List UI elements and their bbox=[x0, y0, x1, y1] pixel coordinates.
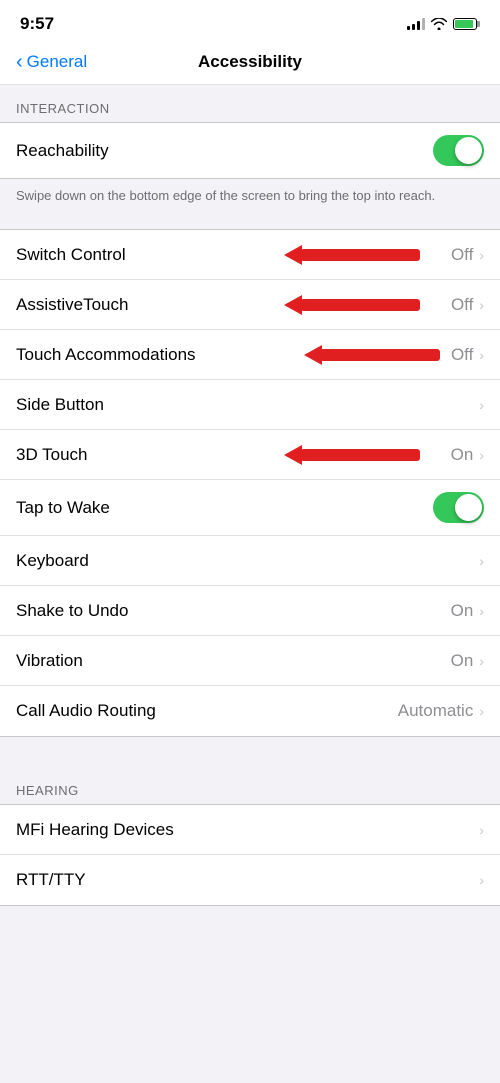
assistive-touch-right: Off › bbox=[451, 295, 484, 315]
touch-accommodations-row[interactable]: Touch Accommodations Off › bbox=[0, 330, 500, 380]
touch-accommodations-right: Off › bbox=[451, 345, 484, 365]
toggle-thumb bbox=[455, 137, 482, 164]
3d-touch-value: On bbox=[451, 445, 474, 465]
call-audio-routing-label: Call Audio Routing bbox=[16, 701, 398, 721]
rtt-tty-row[interactable]: RTT/TTY › bbox=[0, 855, 500, 905]
toggle-thumb bbox=[455, 494, 482, 521]
hearing-section-header: HEARING bbox=[0, 767, 500, 804]
keyboard-right: › bbox=[479, 553, 484, 569]
chevron-right-icon: › bbox=[479, 653, 484, 669]
chevron-right-icon: › bbox=[479, 603, 484, 619]
shake-to-undo-row[interactable]: Shake to Undo On › bbox=[0, 586, 500, 636]
call-audio-routing-row[interactable]: Call Audio Routing Automatic › bbox=[0, 686, 500, 736]
3d-touch-right: On › bbox=[451, 445, 484, 465]
chevron-right-icon: › bbox=[479, 297, 484, 313]
rtt-tty-right: › bbox=[479, 872, 484, 888]
signal-icon bbox=[407, 18, 425, 30]
side-button-row[interactable]: Side Button › bbox=[0, 380, 500, 430]
chevron-right-icon: › bbox=[479, 703, 484, 719]
shake-to-undo-label: Shake to Undo bbox=[16, 601, 451, 621]
chevron-right-icon: › bbox=[479, 872, 484, 888]
chevron-right-icon: › bbox=[479, 447, 484, 463]
hearing-settings-group: MFi Hearing Devices › RTT/TTY › bbox=[0, 804, 500, 906]
switch-control-value: Off bbox=[451, 245, 473, 265]
keyboard-row[interactable]: Keyboard › bbox=[0, 536, 500, 586]
status-bar: 9:57 bbox=[0, 0, 500, 44]
tap-to-wake-toggle[interactable] bbox=[433, 492, 484, 523]
back-button[interactable]: ‹ General bbox=[16, 52, 87, 72]
mfi-hearing-label: MFi Hearing Devices bbox=[16, 820, 479, 840]
3d-touch-label: 3D Touch bbox=[16, 445, 451, 465]
vibration-row[interactable]: Vibration On › bbox=[0, 636, 500, 686]
reachability-label: Reachability bbox=[16, 141, 433, 161]
switch-control-row[interactable]: Switch Control Off › bbox=[0, 230, 500, 280]
assistive-touch-label: AssistiveTouch bbox=[16, 295, 451, 315]
status-icons bbox=[407, 18, 480, 30]
assistive-touch-value: Off bbox=[451, 295, 473, 315]
chevron-right-icon: › bbox=[479, 347, 484, 363]
mfi-hearing-right: › bbox=[479, 822, 484, 838]
chevron-right-icon: › bbox=[479, 247, 484, 263]
chevron-right-icon: › bbox=[479, 553, 484, 569]
tap-to-wake-row[interactable]: Tap to Wake bbox=[0, 480, 500, 536]
switch-control-label: Switch Control bbox=[16, 245, 451, 265]
reachability-row[interactable]: Reachability bbox=[0, 123, 500, 178]
chevron-right-icon: › bbox=[479, 397, 484, 413]
3d-touch-row[interactable]: 3D Touch On › bbox=[0, 430, 500, 480]
side-button-label: Side Button bbox=[16, 395, 479, 415]
touch-accommodations-value: Off bbox=[451, 345, 473, 365]
interaction-settings-group: Switch Control Off › AssistiveTouch Off … bbox=[0, 229, 500, 737]
reachability-description: Swipe down on the bottom edge of the scr… bbox=[0, 179, 500, 221]
reachability-toggle[interactable] bbox=[433, 135, 484, 166]
touch-accommodations-label: Touch Accommodations bbox=[16, 345, 451, 365]
chevron-right-icon: › bbox=[479, 822, 484, 838]
battery-icon bbox=[453, 18, 480, 30]
vibration-label: Vibration bbox=[16, 651, 451, 671]
shake-to-undo-right: On › bbox=[451, 601, 484, 621]
mfi-hearing-row[interactable]: MFi Hearing Devices › bbox=[0, 805, 500, 855]
page-title: Accessibility bbox=[198, 52, 302, 72]
vibration-value: On bbox=[451, 651, 474, 671]
assistive-touch-row[interactable]: AssistiveTouch Off › bbox=[0, 280, 500, 330]
keyboard-label: Keyboard bbox=[16, 551, 479, 571]
interaction-section-header: INTERACTION bbox=[0, 85, 500, 122]
call-audio-routing-value: Automatic bbox=[398, 701, 474, 721]
switch-control-right: Off › bbox=[451, 245, 484, 265]
vibration-right: On › bbox=[451, 651, 484, 671]
rtt-tty-label: RTT/TTY bbox=[16, 870, 479, 890]
shake-to-undo-value: On bbox=[451, 601, 474, 621]
side-button-right: › bbox=[479, 397, 484, 413]
nav-bar: ‹ General Accessibility bbox=[0, 44, 500, 85]
tap-to-wake-label: Tap to Wake bbox=[16, 498, 433, 518]
wifi-icon bbox=[431, 18, 447, 30]
status-time: 9:57 bbox=[20, 14, 54, 34]
reachability-group: Reachability bbox=[0, 122, 500, 179]
back-label: General bbox=[27, 52, 87, 72]
call-audio-routing-right: Automatic › bbox=[398, 701, 484, 721]
back-chevron-icon: ‹ bbox=[16, 52, 23, 72]
